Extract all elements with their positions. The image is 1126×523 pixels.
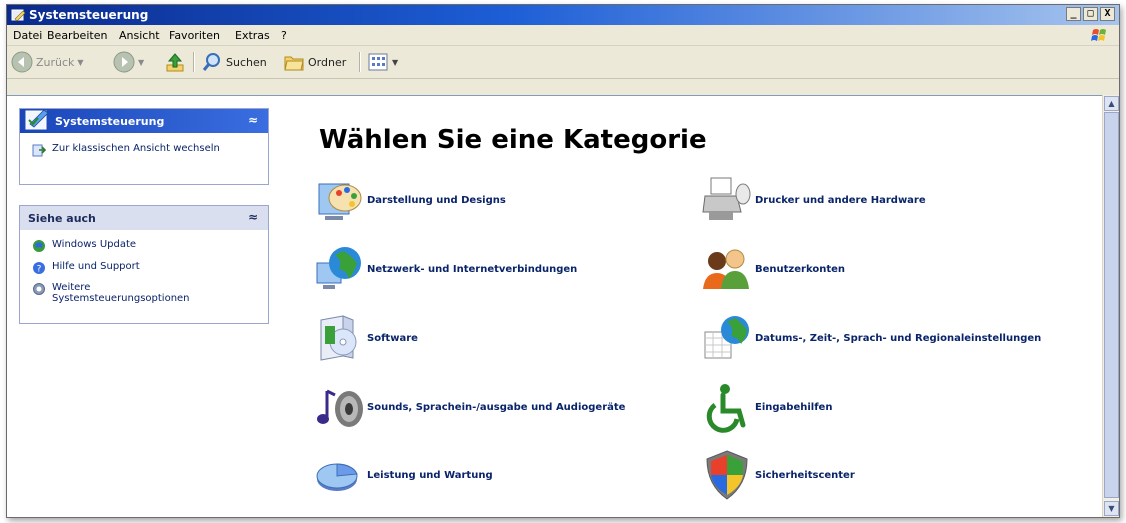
- globe-network-icon: [316, 247, 361, 289]
- views-dropdown-icon[interactable]: ▼: [392, 58, 398, 67]
- category-label: Leistung und Wartung: [367, 469, 493, 481]
- windows-update-icon: [33, 240, 45, 252]
- help-support-label: Hilfe und Support: [52, 261, 140, 272]
- back-dropdown-icon[interactable]: ▼: [77, 58, 83, 67]
- menu-extras[interactable]: Extras: [235, 29, 270, 42]
- category-software[interactable]: Software: [313, 312, 418, 364]
- page-title: Wählen Sie eine Kategorie: [319, 125, 707, 155]
- close-button[interactable]: X: [1100, 7, 1115, 21]
- panel-title: Siehe auch: [28, 212, 96, 225]
- menu-ansicht[interactable]: Ansicht: [119, 29, 160, 42]
- switch-classic-view-link[interactable]: Zur klassischen Ansicht wechseln: [32, 143, 220, 157]
- forward-dropdown-icon[interactable]: ▼: [138, 58, 144, 67]
- category-user-accounts[interactable]: Benutzerkonten: [701, 243, 845, 295]
- control-panel-task-pane: Systemsteuerung ≈ Zur klassischen Ansich…: [19, 108, 269, 185]
- category-date-region[interactable]: Datums-, Zeit-, Sprach- und Regionaleins…: [701, 312, 1041, 364]
- scroll-thumb[interactable]: [1104, 112, 1119, 498]
- panel-header[interactable]: Siehe auch ≈: [20, 206, 268, 230]
- category-label: Benutzerkonten: [755, 263, 846, 275]
- svg-text:?: ?: [37, 265, 42, 275]
- scroll-up-button[interactable]: ▲: [1104, 96, 1119, 111]
- speaker-note-icon: [317, 389, 363, 427]
- pie-chart-icon: [316, 463, 358, 491]
- gear-icon: [33, 283, 45, 295]
- windows-update-link[interactable]: Windows Update: [32, 239, 136, 253]
- window-title: Systemsteuerung: [29, 8, 149, 22]
- category-label: Netzwerk- und Internetverbindungen: [367, 263, 578, 275]
- category-accessibility[interactable]: Eingabehilfen: [701, 381, 832, 433]
- windows-update-label: Windows Update: [52, 239, 137, 250]
- control-panel-window: Systemsteuerung _ □ X Datei Bearbeiten A…: [6, 4, 1120, 518]
- printer-icon: [702, 177, 751, 220]
- category-security-center[interactable]: Sicherheitscenter: [701, 449, 855, 501]
- category-label: Sounds, Sprachein-/ausgabe und Audiogerä…: [367, 401, 626, 413]
- windows-logo-icon: [1091, 29, 1106, 41]
- folders-icon: [284, 56, 304, 71]
- user-accounts-icon: [703, 249, 749, 289]
- paint-palette-icon: [318, 183, 362, 220]
- collapse-chevron-icon[interactable]: ≈: [248, 113, 258, 127]
- classic-view-icon: [32, 144, 46, 157]
- forward-button[interactable]: ▼: [113, 50, 144, 74]
- menu-help[interactable]: ?: [281, 29, 287, 42]
- forward-arrow-icon: [113, 51, 135, 73]
- category-printers[interactable]: Drucker und andere Hardware: [701, 174, 926, 226]
- category-performance[interactable]: Leistung und Wartung: [313, 449, 493, 501]
- other-options-link[interactable]: Weitere Systemsteuerungsoptionen: [32, 282, 190, 304]
- title-bar[interactable]: Systemsteuerung _ □ X: [7, 5, 1119, 25]
- toolbar-separator: [359, 52, 361, 72]
- control-panel-icon: [11, 9, 26, 22]
- folder-up-icon: [166, 53, 184, 72]
- folders-button[interactable]: Ordner: [283, 50, 346, 74]
- minimize-button[interactable]: _: [1066, 7, 1081, 21]
- scroll-down-button[interactable]: ▼: [1104, 501, 1119, 516]
- collapse-chevron-icon[interactable]: ≈: [248, 210, 258, 224]
- toolbar-separator: [193, 52, 195, 72]
- back-label: Zurück: [36, 55, 75, 69]
- up-folder-button[interactable]: [165, 50, 187, 74]
- toolbar-spacer: [7, 79, 1119, 95]
- other-options-line1: Weitere: [52, 282, 91, 293]
- maximize-button[interactable]: □: [1083, 7, 1098, 21]
- back-arrow-icon: [11, 51, 33, 73]
- panel-title: Systemsteuerung: [55, 115, 165, 128]
- switch-classic-view-label: Zur klassischen Ansicht wechseln: [52, 143, 220, 154]
- other-options-label: Weitere Systemsteuerungsoptionen: [52, 282, 190, 304]
- menu-datei[interactable]: Datei: [13, 29, 42, 42]
- control-panel-icon: [25, 109, 49, 130]
- window-controls: _ □ X: [1066, 7, 1115, 21]
- see-also-pane: Siehe auch ≈ Windows Update ? Hilfe und …: [19, 205, 269, 324]
- category-label: Eingabehilfen: [755, 401, 833, 413]
- panel-header[interactable]: Systemsteuerung ≈: [20, 109, 268, 133]
- category-label: Sicherheitscenter: [755, 469, 855, 481]
- back-button[interactable]: Zurück ▼: [11, 50, 84, 74]
- category-label: Datums-, Zeit-, Sprach- und Regionaleins…: [755, 332, 1042, 344]
- shield-icon: [706, 450, 748, 500]
- software-cd-box-icon: [320, 315, 357, 361]
- search-label: Suchen: [226, 55, 267, 69]
- category-network[interactable]: Netzwerk- und Internetverbindungen: [313, 243, 577, 295]
- category-label: Software: [367, 332, 418, 344]
- folders-label: Ordner: [308, 55, 347, 69]
- wheelchair-icon: [706, 384, 746, 433]
- search-button[interactable]: Suchen: [201, 50, 267, 74]
- vertical-scrollbar[interactable]: ▲ ▼: [1102, 95, 1119, 517]
- category-label: Darstellung und Designs: [367, 194, 506, 206]
- menu-favoriten[interactable]: Favoriten: [169, 29, 220, 42]
- toolbar: Zurück ▼ ▼ Suchen Ordner ▼: [7, 46, 1119, 79]
- views-icon: [368, 53, 388, 71]
- globe-calendar-icon: [704, 316, 749, 359]
- help-support-link[interactable]: ? Hilfe und Support: [32, 261, 140, 275]
- menu-bearbeiten[interactable]: Bearbeiten: [47, 29, 107, 42]
- other-options-line2: Systemsteuerungsoptionen: [52, 293, 190, 304]
- category-sounds[interactable]: Sounds, Sprachein-/ausgabe und Audiogerä…: [313, 381, 625, 433]
- views-button[interactable]: ▼: [367, 50, 398, 74]
- menu-bar: Datei Bearbeiten Ansicht Favoriten Extra…: [7, 26, 1119, 46]
- search-icon: [202, 53, 220, 71]
- category-appearance[interactable]: Darstellung und Designs: [313, 174, 506, 226]
- category-label: Drucker und andere Hardware: [755, 194, 926, 206]
- help-icon: ?: [33, 262, 45, 275]
